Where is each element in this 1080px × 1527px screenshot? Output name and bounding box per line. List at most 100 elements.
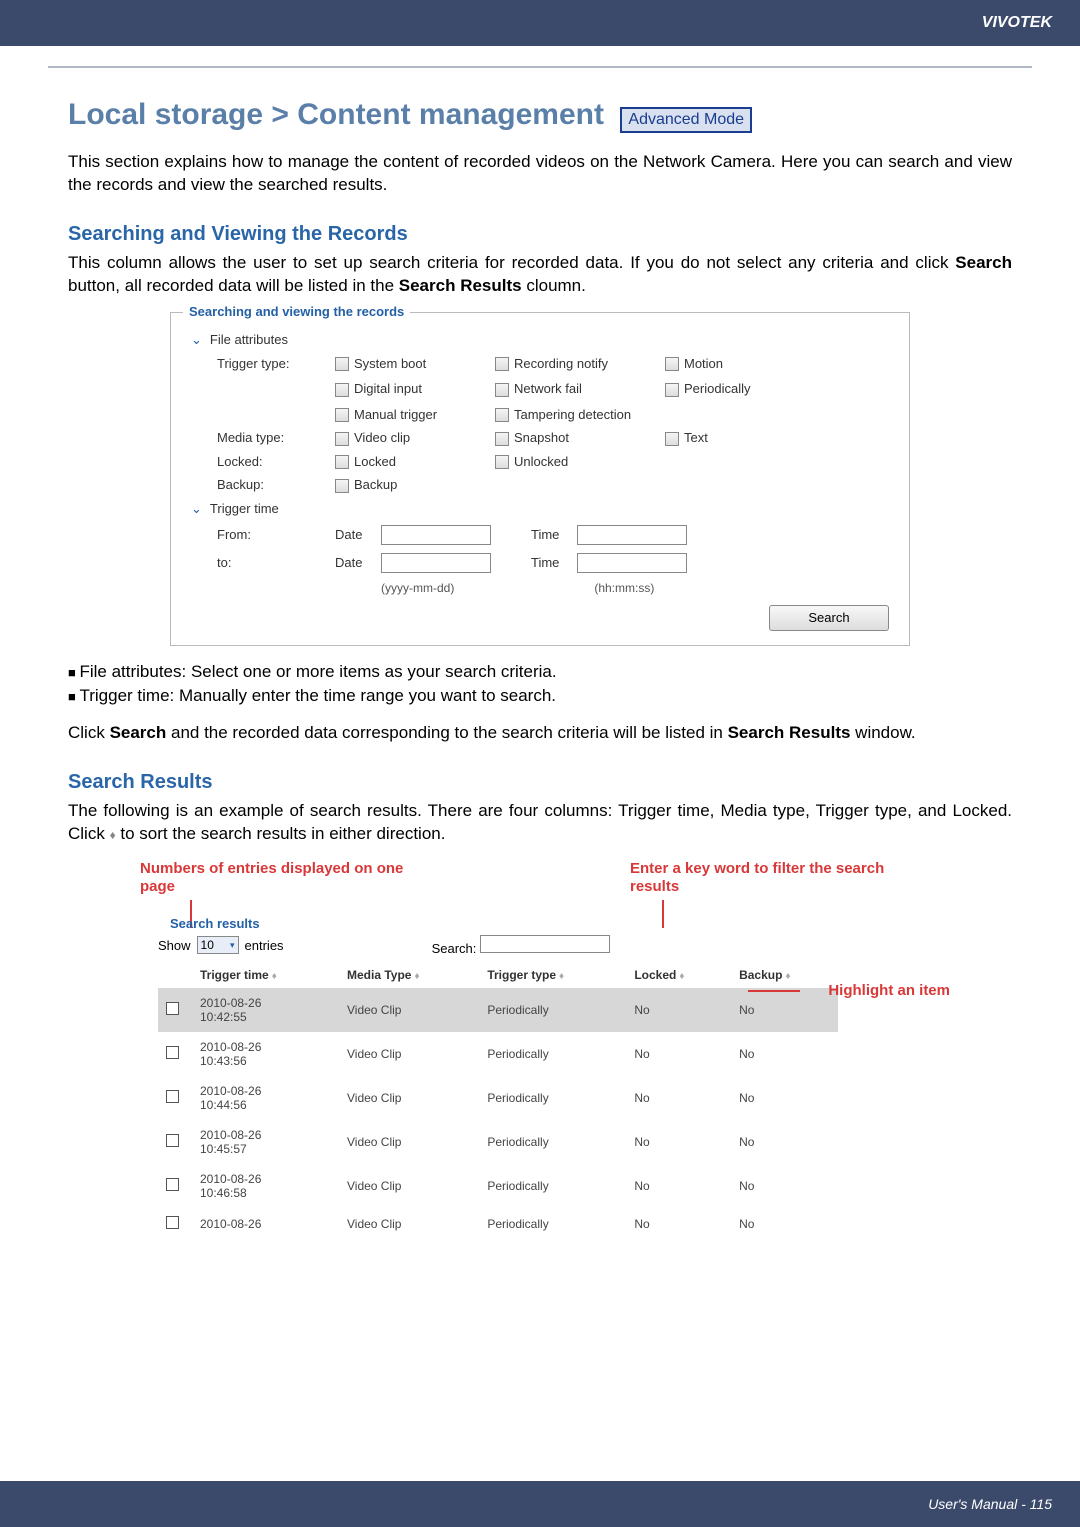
opt-label: System boot [354, 356, 426, 371]
checkbox-locked[interactable]: Locked [335, 454, 495, 470]
checkbox-motion[interactable]: Motion [665, 356, 795, 372]
header-bar: VIVOTEK [0, 0, 1080, 46]
checkbox-recording-notify[interactable]: Recording notify [495, 356, 665, 372]
search-panel-title: Searching and viewing the records [183, 304, 410, 319]
locked-row: Locked: Locked Unlocked [217, 454, 889, 470]
checkbox-backup[interactable]: Backup [335, 477, 397, 493]
col-locked[interactable]: Locked♦ [626, 962, 731, 988]
chevrons-down-icon: ⌄ [191, 501, 202, 517]
chevrons-down-icon: ⌄ [191, 332, 202, 348]
checkbox-manual-trigger[interactable]: Manual trigger [335, 407, 495, 423]
click-search-text: Click Search and the recorded data corre… [68, 722, 1012, 745]
checkbox-icon [495, 408, 509, 422]
callout-line [748, 990, 800, 992]
checkbox-digital-input[interactable]: Digital input [335, 381, 495, 397]
results-table: Trigger time♦ Media Type♦ Trigger type♦ … [158, 962, 838, 1240]
cell-locked: No [626, 988, 731, 1032]
cell-media-type: Video Clip [339, 1208, 479, 1240]
to-time-input[interactable] [577, 553, 687, 573]
from-date-input[interactable] [381, 525, 491, 545]
date-label: Date [335, 555, 381, 570]
search-filter-input[interactable] [480, 935, 610, 953]
checkbox-text[interactable]: Text [665, 430, 795, 446]
text-frag: Click [68, 723, 110, 742]
checkbox-icon [495, 432, 509, 446]
sort-icon: ♦ [559, 971, 564, 982]
opt-label: Manual trigger [354, 407, 437, 422]
table-row[interactable]: 2010-08-26Video ClipPeriodicallyNoNo [158, 1208, 838, 1240]
text-frag: button, all recorded data will be listed… [68, 276, 399, 295]
trigger-opts-col1: System boot Digital input Manual trigger [335, 356, 495, 423]
cell-trigger-type: Periodically [479, 1076, 626, 1120]
col-trigger-time[interactable]: Trigger time♦ [192, 962, 339, 988]
opt-label: Digital input [354, 381, 422, 396]
file-attributes-toggle[interactable]: ⌄ File attributes [191, 332, 889, 348]
search-label: Search: [432, 941, 477, 956]
text-frag-bold: Search [110, 723, 167, 742]
row-checkbox[interactable] [166, 1090, 179, 1103]
cell-locked: No [626, 1208, 731, 1240]
to-date-input[interactable] [381, 553, 491, 573]
bullet-trigger-time: Trigger time: Manually enter the time ra… [68, 686, 1012, 706]
show-label: Show [158, 938, 191, 953]
text-frag: and the recorded data corresponding to t… [166, 723, 727, 742]
checkbox-icon [495, 455, 509, 469]
entries-select[interactable]: 10 ▾ [197, 936, 239, 954]
col-media-type[interactable]: Media Type♦ [339, 962, 479, 988]
opt-label: Recording notify [514, 356, 608, 371]
opt-label: Text [684, 430, 708, 445]
checkbox-videoclip[interactable]: Video clip [335, 430, 495, 446]
table-row[interactable]: 2010-08-2610:43:56Video ClipPeriodically… [158, 1032, 838, 1076]
row-checkbox[interactable] [166, 1002, 179, 1015]
time-label: Time [531, 555, 577, 570]
checkbox-periodically[interactable]: Periodically [665, 381, 795, 397]
table-row[interactable]: 2010-08-2610:46:58Video ClipPeriodically… [158, 1164, 838, 1208]
callout-entries: Numbers of entries displayed on one page [140, 860, 420, 896]
search-button[interactable]: Search [769, 605, 889, 631]
searching-heading: Searching and Viewing the Records [68, 223, 1012, 246]
chevron-down-icon: ▾ [230, 940, 235, 951]
cell-trigger-time: 2010-08-2610:45:57 [192, 1120, 339, 1164]
bullet-file-attributes: File attributes: Select one or more item… [68, 662, 1012, 682]
table-row[interactable]: 2010-08-2610:42:55Video ClipPeriodically… [158, 988, 838, 1032]
cell-trigger-type: Periodically [479, 1208, 626, 1240]
file-attributes-label: File attributes [210, 332, 288, 347]
col-trigger-type[interactable]: Trigger type♦ [479, 962, 626, 988]
col-backup[interactable]: Backup♦ [731, 962, 838, 988]
row-checkbox[interactable] [166, 1178, 179, 1191]
text-frag: window. [850, 723, 915, 742]
row-checkbox[interactable] [166, 1046, 179, 1059]
search-panel: Searching and viewing the records ⌄File … [170, 312, 910, 646]
cell-trigger-type: Periodically [479, 988, 626, 1032]
row-checkbox[interactable] [166, 1134, 179, 1147]
trigger-type-row: Trigger type: System boot Digital input … [217, 356, 889, 423]
checkbox-icon [335, 479, 349, 493]
intro-text: This section explains how to manage the … [68, 151, 1012, 197]
checkbox-snapshot[interactable]: Snapshot [495, 430, 665, 446]
trigger-time-toggle[interactable]: ⌄Trigger time [191, 501, 889, 517]
cell-backup: No [731, 1120, 838, 1164]
page-title: Local storage > Content management [68, 98, 604, 131]
opt-label: Unlocked [514, 454, 568, 469]
checkbox-network-fail[interactable]: Network fail [495, 381, 665, 397]
table-row[interactable]: 2010-08-2610:45:57Video ClipPeriodically… [158, 1120, 838, 1164]
from-row: From: Date Time [217, 525, 889, 545]
trigger-opts-col3: Motion Periodically [665, 356, 795, 423]
cell-locked: No [626, 1120, 731, 1164]
checkbox-icon [335, 455, 349, 469]
from-time-input[interactable] [577, 525, 687, 545]
checkbox-system-boot[interactable]: System boot [335, 356, 495, 372]
results-controls: Show 10 ▾ entries Search: [158, 935, 940, 956]
table-row[interactable]: 2010-08-2610:44:56Video ClipPeriodically… [158, 1076, 838, 1120]
sort-icon: ♦ [272, 971, 277, 982]
callout-row: Numbers of entries displayed on one page… [140, 860, 940, 896]
sort-icon: ♦ [414, 971, 419, 982]
checkbox-tampering[interactable]: Tampering detection [495, 407, 665, 423]
searching-text: This column allows the user to set up se… [68, 252, 1012, 298]
checkbox-unlocked[interactable]: Unlocked [495, 454, 665, 470]
checkbox-icon [335, 432, 349, 446]
checkbox-icon [665, 432, 679, 446]
cell-trigger-time: 2010-08-2610:42:55 [192, 988, 339, 1032]
row-checkbox[interactable] [166, 1216, 179, 1229]
to-label: to: [217, 555, 335, 570]
